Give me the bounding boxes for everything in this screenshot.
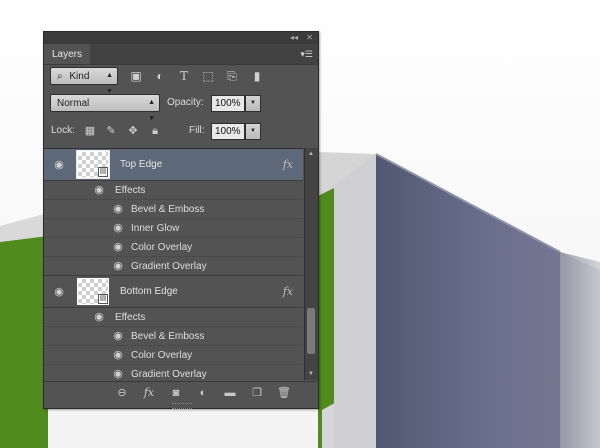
blend-row: Normal ▲ ▼ Opacity: 100% ▼ [44, 94, 318, 122]
layer-row-top-edge[interactable]: ◉ ▤ Top Edge fx [44, 149, 303, 181]
fx-icon[interactable]: fx [141, 385, 157, 401]
lock-transparency-icon[interactable]: ▦ [84, 125, 96, 137]
effects-row[interactable]: ◉ Effects [44, 308, 303, 327]
effect-label: Bevel & Emboss [131, 331, 205, 342]
layer-name[interactable]: Bottom Edge [120, 276, 178, 308]
visibility-eye-icon[interactable]: ◉ [52, 287, 66, 298]
effect-row[interactable]: ◉ Gradient Overlay [44, 257, 303, 276]
layer-thumbnail: ▤ [77, 278, 109, 305]
smart-object-filter-icon[interactable]: ⎘ [224, 67, 240, 85]
folder-icon[interactable]: ▬ [222, 385, 238, 401]
effect-label: Inner Glow [131, 223, 180, 234]
layers-bottom-toolbar: ⊖ fx ◙ ◐ ▬ ❐ 🗑︎ [44, 381, 318, 404]
smart-object-badge-icon: ▤ [98, 167, 108, 177]
scrollbar-thumb[interactable] [307, 308, 315, 354]
collapse-icon[interactable]: ◂◂ [290, 32, 298, 44]
lock-label: Lock: [51, 125, 75, 136]
effect-label: Gradient Overlay [131, 261, 207, 272]
visibility-eye-icon[interactable]: ◉ [111, 242, 125, 253]
layers-list: ◉ ▤ Top Edge fx ◉ Effects ◉ Bevel & Embo… [44, 148, 303, 381]
layer-thumbnail: ▤ [76, 150, 110, 179]
visibility-eye-icon[interactable]: ◉ [92, 185, 106, 196]
pixel-filter-icon[interactable]: ▣ [128, 67, 144, 85]
filter-kind-dropdown[interactable]: ⌕ Kind ▲ ▼ [50, 67, 118, 95]
effect-row[interactable]: ◉ Bevel & Emboss [44, 327, 303, 346]
visibility-eye-icon[interactable]: ◉ [111, 261, 125, 272]
lock-row: Lock: ▦ ✎ ✥ 🔒︎ Fill: 100% ▼ [44, 122, 318, 142]
fill-label: Fill: [189, 125, 205, 136]
visibility-eye-icon[interactable]: ◉ [111, 331, 125, 342]
lock-all-icon[interactable]: 🔒︎ [149, 125, 161, 137]
effect-row[interactable]: ◉ Inner Glow [44, 219, 303, 238]
lock-position-icon[interactable]: ✥ [127, 125, 139, 137]
visibility-eye-icon[interactable]: ◉ [92, 312, 106, 323]
opacity-input[interactable]: 100% [211, 95, 245, 112]
layer-fx-icon[interactable]: fx [283, 276, 293, 308]
layer-name[interactable]: Top Edge [120, 149, 162, 181]
type-filter-icon[interactable]: T [176, 67, 192, 85]
adjustment-icon[interactable]: ◐ [195, 385, 211, 401]
scroll-up-icon[interactable]: ▲ [308, 151, 314, 157]
smart-object-badge-icon: ▤ [98, 294, 108, 304]
filter-row: ⌕ Kind ▲ ▼ ▣ ◐ T ⬚ ⎘ ▮ [44, 66, 318, 95]
layers-scrollbar[interactable]: ▲ ▼ [304, 148, 318, 380]
panel-title-bar[interactable]: ◂◂ ✕ [44, 32, 318, 44]
mask-icon[interactable]: ◙ [168, 385, 184, 401]
fill-input[interactable]: 100% [211, 123, 245, 140]
link-icon[interactable]: ⊖ [114, 385, 130, 401]
blend-mode-value: Normal [57, 98, 90, 109]
visibility-eye-icon[interactable]: ◉ [52, 160, 66, 171]
layers-panel: ◂◂ ✕ Layers ▾☰ ⌕ Kind ▲ ▼ ▣ ◐ T ⬚ ⎘ ▮ Nor… [43, 31, 319, 409]
filter-toggle-icon[interactable]: ▮ [249, 67, 265, 85]
effects-label: Effects [115, 185, 146, 196]
effects-label: Effects [115, 312, 146, 323]
effect-label: Color Overlay [131, 350, 193, 361]
new-layer-icon[interactable]: ❐ [249, 385, 265, 401]
effect-row[interactable]: ◉ Color Overlay [44, 346, 303, 365]
layer-fx-icon[interactable]: fx [283, 149, 293, 181]
filter-kind-label: Kind [69, 71, 90, 82]
tab-layers[interactable]: Layers [44, 44, 91, 64]
blend-mode-dropdown[interactable]: Normal ▲ ▼ [50, 94, 160, 122]
scroll-down-icon[interactable]: ▼ [308, 371, 314, 377]
fill-dropdown-button[interactable]: ▼ [245, 123, 261, 140]
effects-row[interactable]: ◉ Effects [44, 181, 303, 200]
effect-row[interactable]: ◉ Gradient Overlay [44, 365, 303, 381]
visibility-eye-icon[interactable]: ◉ [111, 223, 125, 234]
visibility-eye-icon[interactable]: ◉ [111, 369, 125, 380]
lock-pixels-icon[interactable]: ✎ [105, 125, 117, 137]
visibility-eye-icon[interactable]: ◉ [111, 350, 125, 361]
effect-label: Color Overlay [131, 242, 193, 253]
opacity-label: Opacity: [167, 97, 204, 108]
panel-menu-icon[interactable]: ▾☰ [300, 49, 313, 59]
opacity-dropdown-button[interactable]: ▼ [245, 95, 261, 112]
effect-label: Bevel & Emboss [131, 204, 205, 215]
visibility-eye-icon[interactable]: ◉ [111, 204, 125, 215]
effect-row[interactable]: ◉ Color Overlay [44, 238, 303, 257]
resize-grip[interactable] [172, 403, 192, 409]
search-icon: ⌕ [57, 71, 63, 82]
effect-row[interactable]: ◉ Bevel & Emboss [44, 200, 303, 219]
shape-filter-icon[interactable]: ⬚ [200, 67, 216, 85]
trash-icon[interactable]: 🗑︎ [276, 385, 292, 401]
panel-tab-row: Layers ▾☰ [44, 44, 318, 65]
close-icon[interactable]: ✕ [306, 32, 313, 44]
layer-row-bottom-edge[interactable]: ◉ ▤ Bottom Edge fx [44, 276, 303, 308]
adjustment-filter-icon[interactable]: ◐ [152, 67, 168, 85]
effect-label: Gradient Overlay [131, 369, 207, 380]
